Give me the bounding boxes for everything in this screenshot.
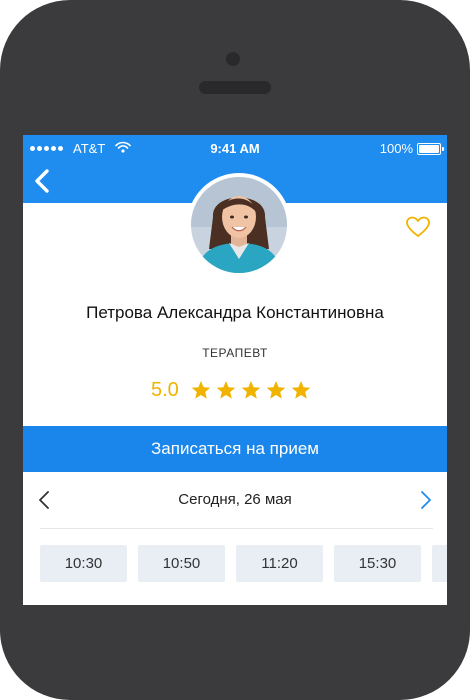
divider [40, 528, 433, 529]
time-slot[interactable]: 10:30 [40, 545, 127, 582]
next-day-chevron-icon[interactable] [419, 490, 433, 510]
earpiece-speaker [199, 81, 271, 94]
star-icon [216, 381, 236, 399]
app-screen: AT&T 9:41 AM 100% Петрова Александра Кон… [23, 135, 447, 605]
time-slots: 10:30 10:50 11:20 15:30 [40, 545, 447, 582]
star-icon [241, 381, 261, 399]
front-camera [226, 52, 240, 66]
star-icon [191, 381, 211, 399]
back-chevron-icon[interactable] [31, 167, 55, 195]
rating-value: 5.0 [151, 378, 179, 401]
star-icon [291, 381, 311, 399]
doctor-specialty: ТЕРАПЕВТ [202, 346, 268, 360]
status-bar: AT&T 9:41 AM 100% [23, 135, 447, 161]
doctor-avatar [187, 173, 291, 277]
selected-date: Сегодня, 26 мая [178, 491, 292, 508]
battery-percent: 100% [379, 141, 413, 156]
time-slot[interactable]: 15:30 [334, 545, 421, 582]
rating-stars [191, 380, 311, 400]
time-slot[interactable]: 11:20 [236, 545, 323, 582]
star-icon [266, 381, 286, 399]
battery-icon [417, 143, 444, 155]
time-slot[interactable]: 10:50 [138, 545, 225, 582]
favorite-heart-icon[interactable] [405, 216, 431, 238]
book-appointment-button[interactable]: Записаться на прием [23, 426, 447, 472]
date-selector: Сегодня, 26 мая [23, 472, 447, 528]
doctor-name: Петрова Александра Константиновна [86, 303, 384, 322]
rating: 5.0 [151, 376, 311, 404]
time-slot-partial[interactable] [432, 545, 447, 582]
